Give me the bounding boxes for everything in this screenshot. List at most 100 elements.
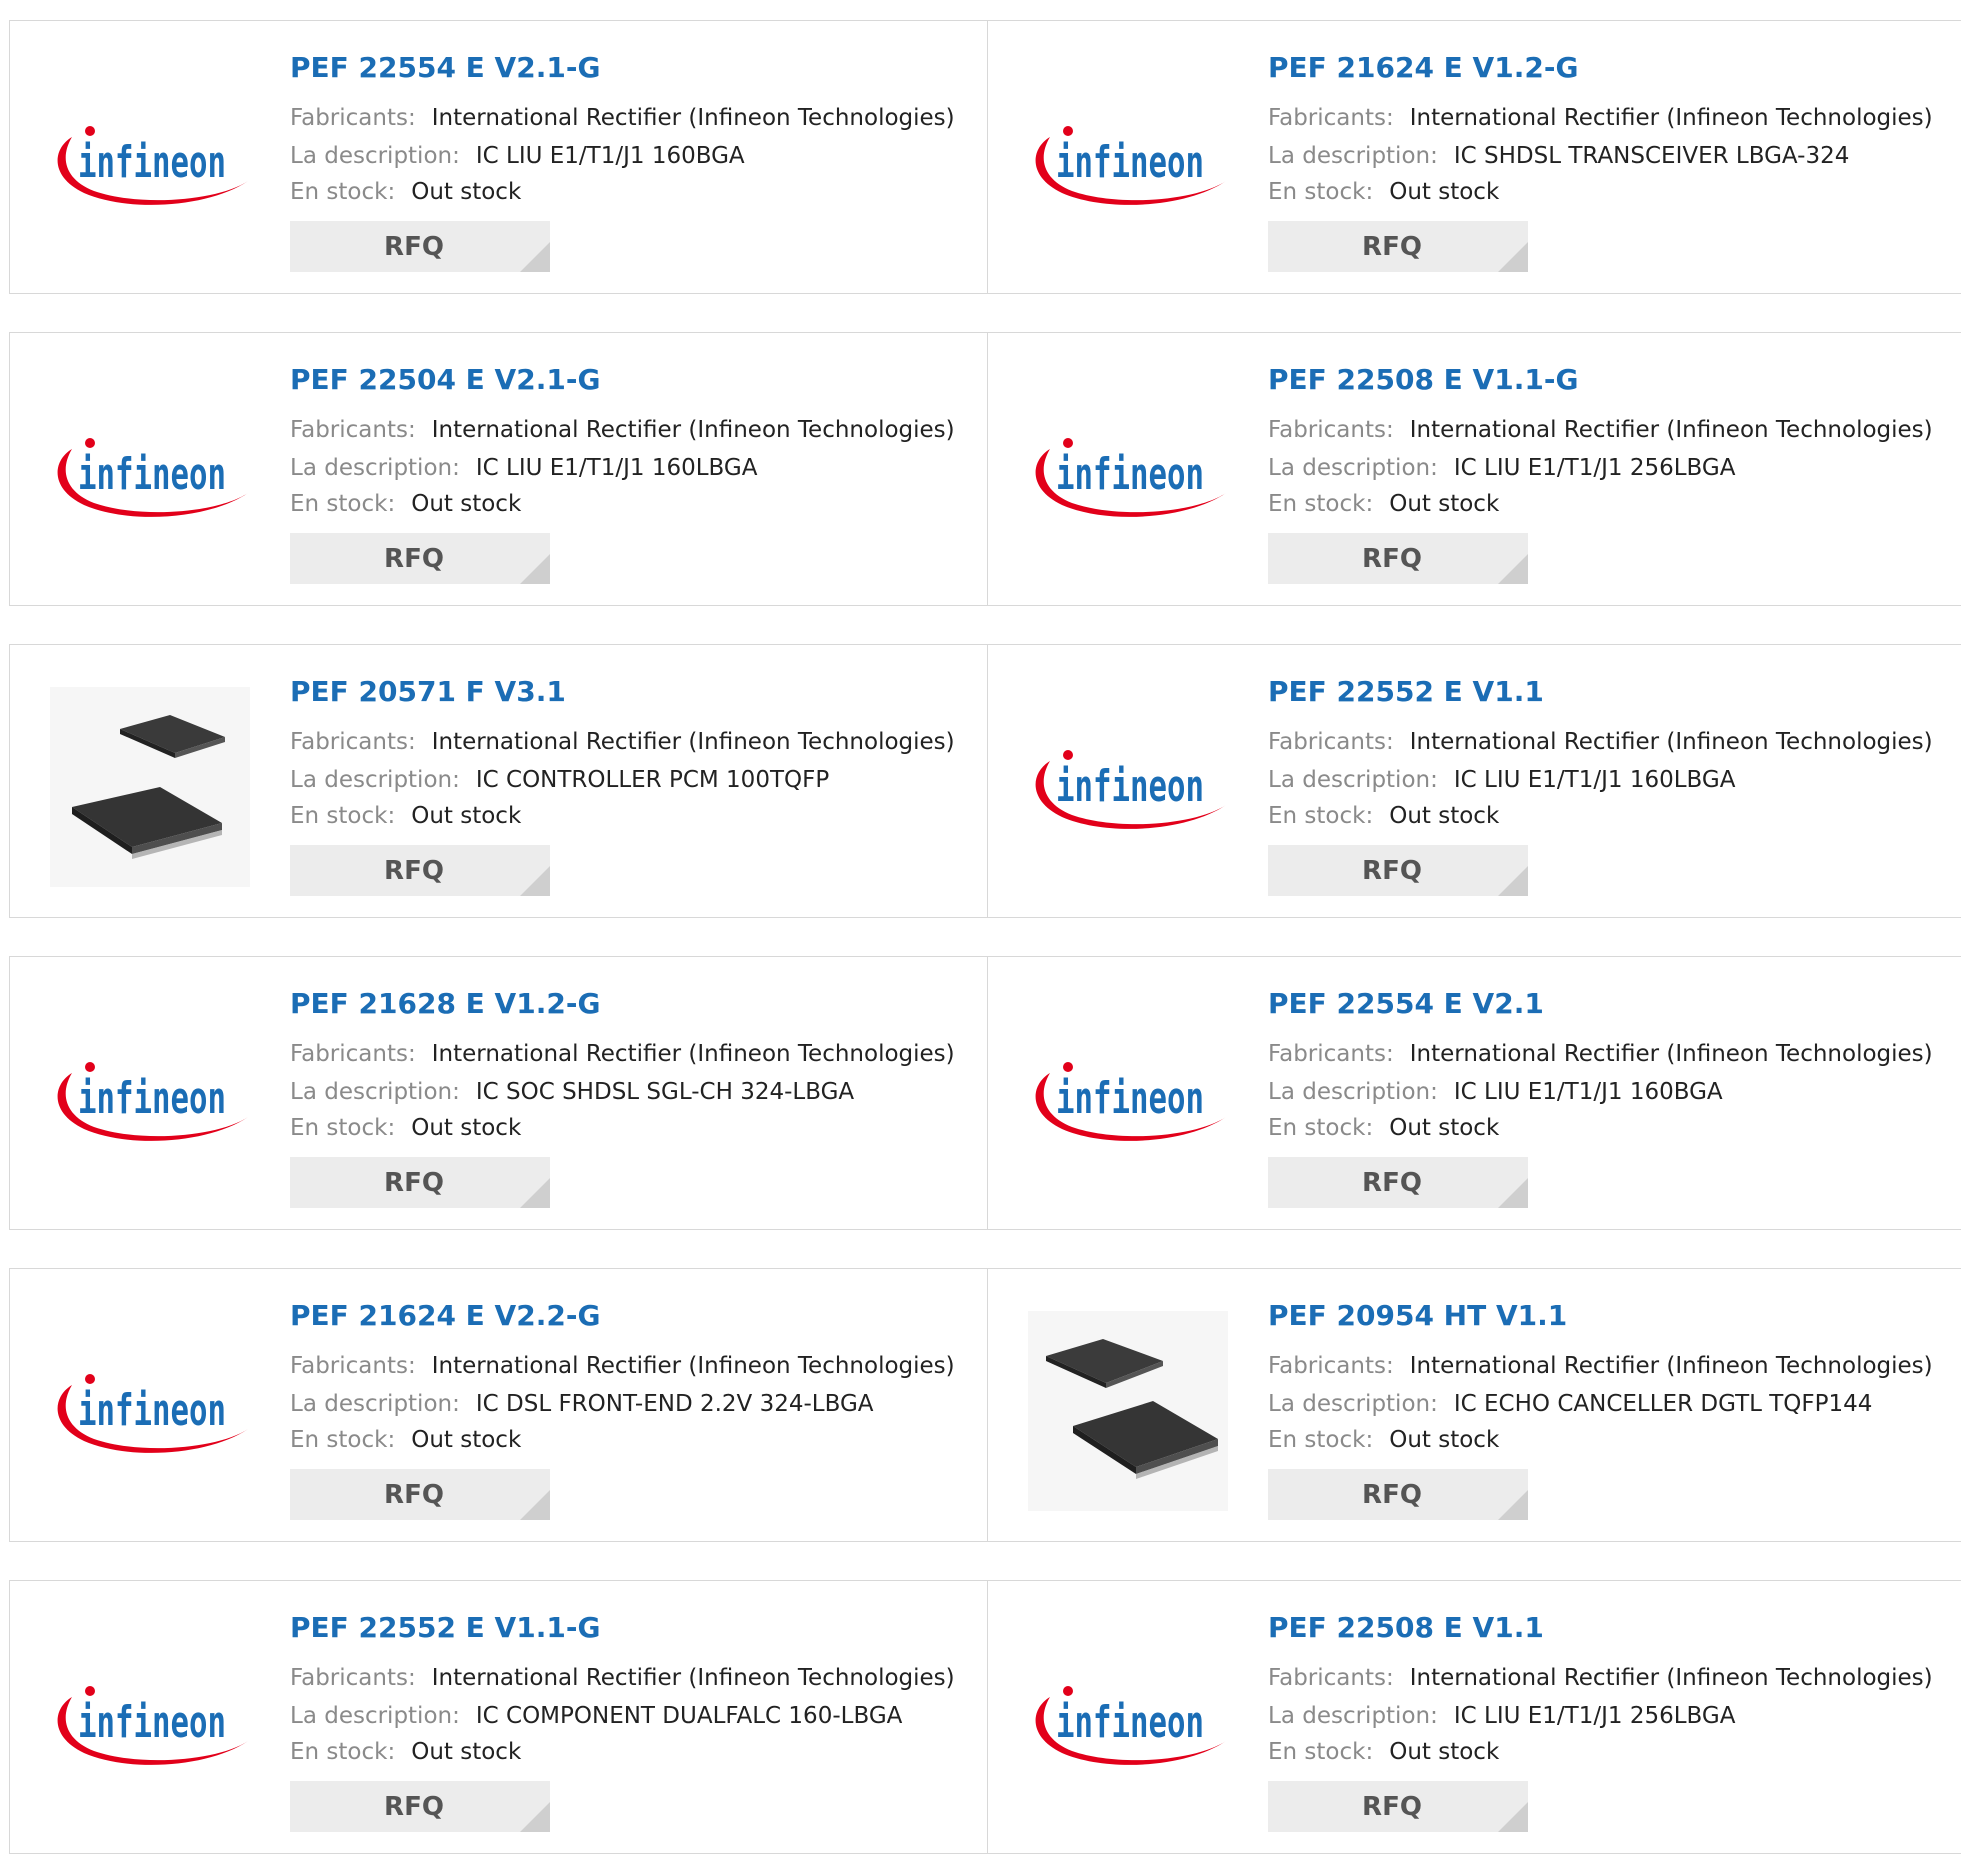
manufacturer-line: Fabricants: International Rectifier (Infi…: [1268, 1041, 1933, 1067]
chip-package-image[interactable]: [1028, 1311, 1228, 1511]
manufacturer-value: International Rectifier (Infineon Techno…: [431, 1041, 955, 1067]
description-line: La description: IC DSL FRONT-END 2.2V 324…: [290, 1391, 874, 1417]
rfq-button[interactable]: RFQ: [290, 1469, 550, 1520]
description-label: La description:: [1268, 1079, 1438, 1105]
infineon-logo-image[interactable]: infineon: [1028, 375, 1228, 575]
corner-triangle-icon: [1498, 554, 1528, 584]
stock-label: En stock:: [290, 1427, 396, 1453]
description-label: La description:: [290, 455, 460, 481]
stock-value: Out stock: [1389, 1739, 1500, 1765]
stock-label: En stock:: [290, 1739, 396, 1765]
part-number-link[interactable]: PEF 22554 E V2.1-G: [290, 51, 600, 84]
corner-triangle-icon: [520, 866, 550, 896]
manufacturer-line: Fabricants: International Rectifier (Infi…: [290, 1665, 955, 1691]
description-value: IC LIU E1/T1/J1 160LBGA: [1453, 767, 1736, 793]
product-row: PEF 20571 F V3.1 Fabricants: Internationa…: [9, 644, 1961, 918]
corner-triangle-icon: [520, 1178, 550, 1208]
manufacturer-line: Fabricants: International Rectifier (Infi…: [290, 105, 955, 131]
part-number-link[interactable]: PEF 21628 E V1.2-G: [290, 987, 600, 1020]
manufacturer-label: Fabricants:: [290, 1353, 416, 1379]
description-value: IC COMPONENT DUALFALC 160-LBGA: [475, 1703, 903, 1729]
description-value: IC SHDSL TRANSCEIVER LBGA-324: [1453, 143, 1850, 169]
logo-text: infineon: [1056, 761, 1204, 812]
infineon-logo-image[interactable]: infineon: [1028, 999, 1228, 1199]
manufacturer-value: International Rectifier (Infineon Techno…: [1409, 1665, 1933, 1691]
corner-triangle-icon: [1498, 1178, 1528, 1208]
corner-triangle-icon: [1498, 242, 1528, 272]
description-line: La description: IC COMPONENT DUALFALC 160…: [290, 1703, 902, 1729]
part-number-link[interactable]: PEF 20954 HT V1.1: [1268, 1299, 1567, 1332]
description-line: La description: IC LIU E1/T1/J1 160BGA: [290, 143, 745, 169]
product-card: infineon PEF 22508 E V1.1-G Fabricants: I…: [988, 333, 1961, 605]
logo-text: infineon: [78, 137, 226, 188]
stock-value: Out stock: [1389, 803, 1500, 829]
description-label: La description:: [1268, 143, 1438, 169]
infineon-logo-image[interactable]: infineon: [50, 1311, 250, 1511]
rfq-label: RFQ: [384, 1791, 444, 1822]
part-number-link[interactable]: PEF 20571 F V3.1: [290, 675, 566, 708]
manufacturer-line: Fabricants: International Rectifier (Infi…: [1268, 1353, 1933, 1379]
rfq-button[interactable]: RFQ: [1268, 221, 1528, 272]
manufacturer-line: Fabricants: International Rectifier (Infi…: [1268, 417, 1933, 443]
infineon-logo-image[interactable]: infineon: [50, 1623, 250, 1823]
description-line: La description: IC SHDSL TRANSCEIVER LBGA…: [1268, 143, 1849, 169]
part-number-link[interactable]: PEF 22504 E V2.1-G: [290, 363, 600, 396]
corner-triangle-icon: [520, 242, 550, 272]
stock-line: En stock: Out stock: [290, 491, 521, 517]
stock-line: En stock: Out stock: [1268, 179, 1499, 205]
stock-line: En stock: Out stock: [290, 179, 521, 205]
manufacturer-value: International Rectifier (Infineon Techno…: [431, 1353, 955, 1379]
manufacturer-value: International Rectifier (Infineon Techno…: [431, 1665, 955, 1691]
infineon-logo-image[interactable]: infineon: [50, 999, 250, 1199]
infineon-logo-image[interactable]: infineon: [50, 63, 250, 263]
stock-label: En stock:: [290, 1115, 396, 1141]
infineon-logo-image[interactable]: infineon: [1028, 687, 1228, 887]
stock-value: Out stock: [411, 803, 522, 829]
rfq-button[interactable]: RFQ: [1268, 845, 1528, 896]
rfq-label: RFQ: [1362, 855, 1422, 886]
chip-package-image[interactable]: [50, 687, 250, 887]
rfq-button[interactable]: RFQ: [1268, 1781, 1528, 1832]
rfq-label: RFQ: [1362, 1167, 1422, 1198]
infineon-logo-image[interactable]: infineon: [1028, 63, 1228, 263]
manufacturer-value: International Rectifier (Infineon Techno…: [1409, 417, 1933, 443]
part-number-link[interactable]: PEF 21624 E V1.2-G: [1268, 51, 1578, 84]
rfq-button[interactable]: RFQ: [1268, 1469, 1528, 1520]
logo-text: infineon: [78, 1697, 226, 1748]
manufacturer-label: Fabricants:: [1268, 105, 1394, 131]
rfq-button[interactable]: RFQ: [290, 1781, 550, 1832]
part-number-link[interactable]: PEF 22508 E V1.1-G: [1268, 363, 1578, 396]
part-number-link[interactable]: PEF 22552 E V1.1-G: [290, 1611, 600, 1644]
manufacturer-label: Fabricants:: [1268, 1041, 1394, 1067]
stock-value: Out stock: [411, 1115, 522, 1141]
logo-text: infineon: [1056, 1073, 1204, 1124]
rfq-label: RFQ: [1362, 543, 1422, 574]
part-number-link[interactable]: PEF 21624 E V2.2-G: [290, 1299, 600, 1332]
rfq-button[interactable]: RFQ: [1268, 1157, 1528, 1208]
description-label: La description:: [290, 1703, 460, 1729]
stock-value: Out stock: [411, 491, 522, 517]
part-number-link[interactable]: PEF 22554 E V2.1: [1268, 987, 1544, 1020]
stock-line: En stock: Out stock: [1268, 1427, 1499, 1453]
manufacturer-value: International Rectifier (Infineon Techno…: [431, 417, 955, 443]
rfq-button[interactable]: RFQ: [1268, 533, 1528, 584]
rfq-button[interactable]: RFQ: [290, 1157, 550, 1208]
rfq-button[interactable]: RFQ: [290, 845, 550, 896]
infineon-logo-image[interactable]: infineon: [1028, 1623, 1228, 1823]
manufacturer-label: Fabricants:: [1268, 1665, 1394, 1691]
description-value: IC LIU E1/T1/J1 256LBGA: [1453, 455, 1736, 481]
description-line: La description: IC ECHO CANCELLER DGTL TQ…: [1268, 1391, 1872, 1417]
product-card: infineon PEF 22508 E V1.1 Fabricants: Int…: [988, 1581, 1961, 1853]
description-label: La description:: [290, 1391, 460, 1417]
manufacturer-line: Fabricants: International Rectifier (Infi…: [290, 1353, 955, 1379]
logo-text: infineon: [1056, 1697, 1204, 1748]
part-number-link[interactable]: PEF 22552 E V1.1: [1268, 675, 1544, 708]
manufacturer-line: Fabricants: International Rectifier (Infi…: [290, 1041, 955, 1067]
rfq-button[interactable]: RFQ: [290, 221, 550, 272]
infineon-logo-image[interactable]: infineon: [50, 375, 250, 575]
stock-line: En stock: Out stock: [290, 1739, 521, 1765]
rfq-label: RFQ: [384, 543, 444, 574]
part-number-link[interactable]: PEF 22508 E V1.1: [1268, 1611, 1544, 1644]
rfq-button[interactable]: RFQ: [290, 533, 550, 584]
corner-triangle-icon: [1498, 866, 1528, 896]
